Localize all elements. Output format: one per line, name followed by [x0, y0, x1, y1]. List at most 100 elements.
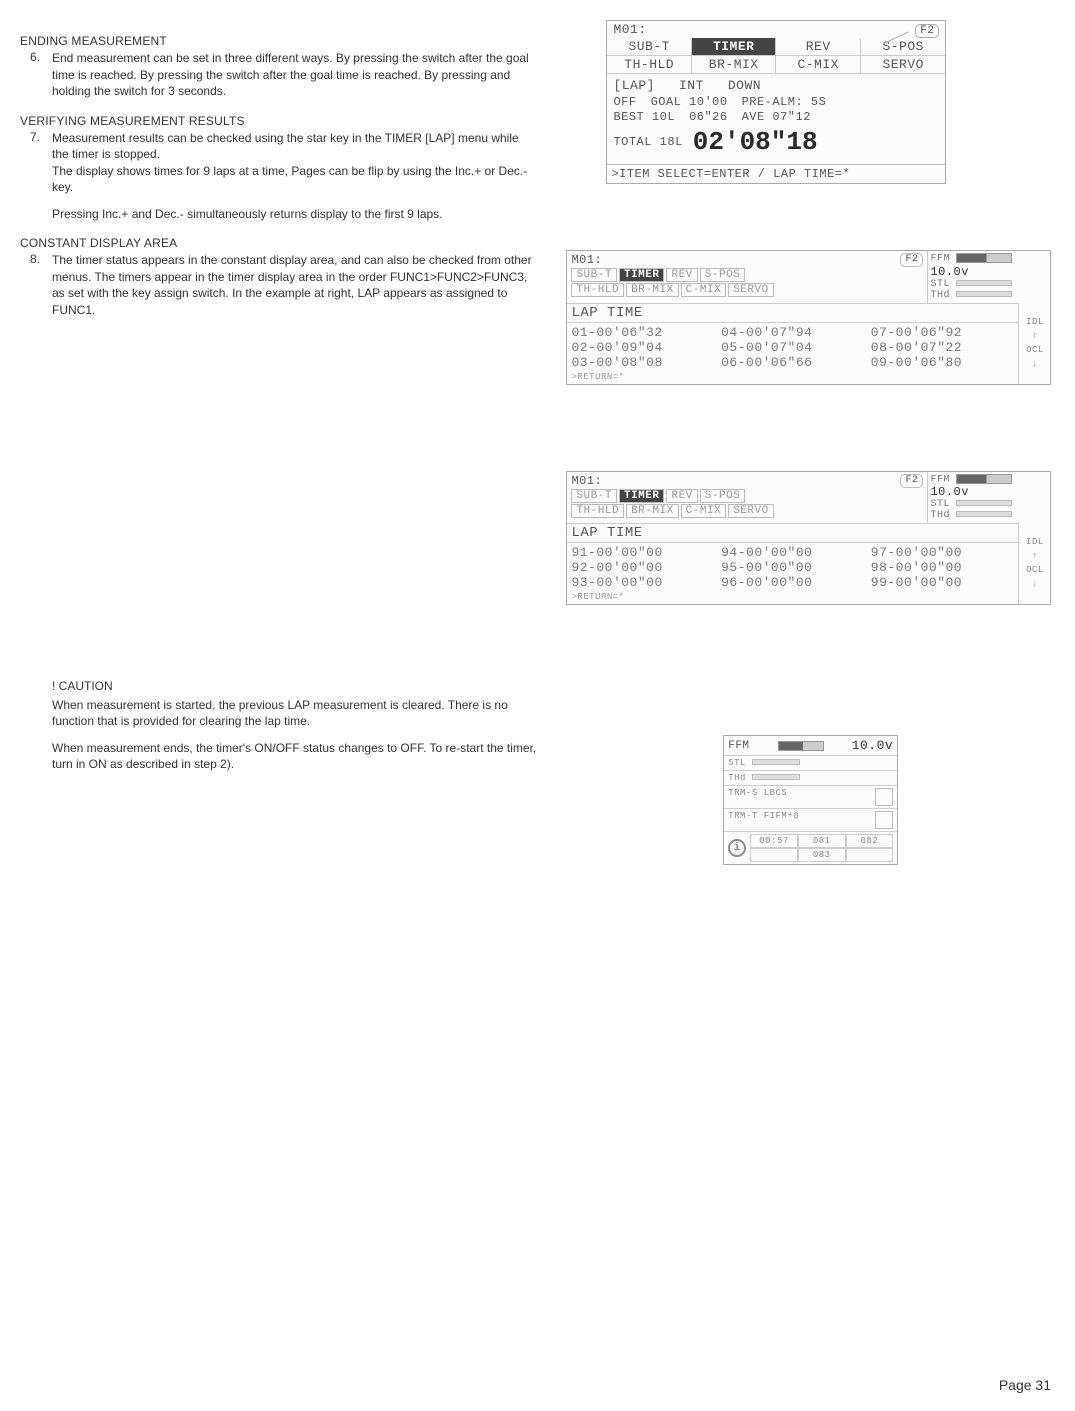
caution-p1: When measurement is started, the previou…: [52, 697, 538, 730]
lcd3-tab-rev[interactable]: REV: [666, 489, 697, 503]
lcd2-tab-timer[interactable]: TIMER: [619, 268, 665, 282]
page-number: Page 31: [999, 1377, 1051, 1393]
lap-cell: 99-00'00"00: [871, 575, 1013, 590]
section-head-verifying: VERIFYING MEASUREMENT RESULTS: [20, 114, 538, 128]
info-icon: i: [728, 839, 746, 857]
lap-total: TOTAL 18L: [613, 135, 682, 151]
lcd2-side-stl: STL: [930, 279, 950, 290]
lcd2-foot: >RETURN=*: [567, 372, 1018, 384]
item-number-7: 7.: [30, 130, 40, 144]
lap-cell: 09-00'06"80: [871, 355, 1013, 370]
lcd4-g2: 082: [846, 834, 894, 848]
lap-cell: 98-00'00"00: [871, 560, 1013, 575]
tab-spos[interactable]: S-POS: [861, 38, 946, 55]
lcd2-tab-subt[interactable]: SUB-T: [571, 268, 617, 282]
lcd4-lbcs: LBCS: [764, 788, 788, 806]
down-arrow-icon: ↓: [1032, 579, 1038, 589]
lap-cell: 95-00'00"00: [721, 560, 863, 575]
lcd3-lap-head: LAP TIME: [567, 523, 1018, 543]
lcd4-g0: 00:57: [750, 834, 798, 848]
lcd3-voltage: 10.0v: [930, 485, 969, 499]
lap-cell: 04-00'07"94: [721, 325, 863, 340]
section-head-constant: CONSTANT DISPLAY AREA: [20, 236, 538, 250]
lap-header-lap: [LAP]: [613, 78, 655, 95]
lcd3-title: M01:: [571, 474, 602, 488]
lcd4-g1: 081: [798, 834, 846, 848]
lap-off: OFF: [613, 95, 636, 111]
lcd2-tab-cmix[interactable]: C-MIX: [681, 283, 727, 297]
lap-cell: 97-00'00"00: [871, 545, 1013, 560]
lcd2-side-thd: THd: [930, 290, 950, 301]
body-sec3: The timer status appears in the constant…: [52, 252, 538, 318]
lcd2-side-ffm: FFM: [930, 254, 950, 265]
lcd3-tab-cmix[interactable]: C-MIX: [681, 504, 727, 518]
lcd2-title: M01:: [571, 253, 602, 267]
lcd3-foot: >RETURN=*: [567, 592, 1018, 604]
lap-cell: 02-00'09"04: [571, 340, 713, 355]
body-sec2-p1: Measurement results can be checked using…: [52, 130, 538, 163]
lcd2-lap-grid: 01-00'06"32 04-00'07"94 07-00'06"92 02-0…: [567, 323, 1018, 372]
up-arrow-icon: ↑: [1032, 331, 1038, 341]
badge-ocl: OCL: [1026, 565, 1044, 575]
lcd1-footer: >ITEM SELECT=ENTER / LAP TIME=*: [607, 164, 945, 183]
tab-timer[interactable]: TIMER: [692, 38, 777, 55]
lap-cell: 05-00'07"04: [721, 340, 863, 355]
lap-header-down: DOWN: [728, 78, 761, 95]
lcd4-stl: STL: [728, 758, 746, 768]
body-sec2-p3: Pressing Inc.+ and Dec.- simultaneously …: [52, 206, 538, 223]
lcd4-g3: 083: [798, 848, 846, 862]
lcd3-corner: F2: [900, 474, 923, 488]
lcd1-title: M01:: [613, 22, 646, 37]
item-number-8: 8.: [30, 252, 40, 266]
lcd2-tab-spos[interactable]: S-POS: [700, 268, 746, 282]
caution-p2: When measurement ends, the timer's ON/OF…: [52, 740, 538, 773]
badge-idl: IDL: [1026, 317, 1044, 327]
lap-ave: AVE 07"12: [742, 110, 811, 126]
lcd2-tab-servo[interactable]: SERVO: [728, 283, 774, 297]
lap-header-int: INT: [679, 78, 704, 95]
section-head-ending: ENDING MEASUREMENT: [20, 34, 538, 48]
lcd3-tab-subt[interactable]: SUB-T: [571, 489, 617, 503]
lcd3-side-ffm: FFM: [930, 474, 950, 485]
lap-big-time: 02'08"18: [693, 126, 818, 160]
body-sec1: End measurement can be set in three diff…: [52, 50, 538, 100]
lcd3-tab-timer[interactable]: TIMER: [619, 489, 665, 503]
lcd3-tab-spos[interactable]: S-POS: [700, 489, 746, 503]
item-number-6: 6.: [30, 50, 40, 64]
lcd-constant-display: FFM 10.0v STL THd TRM-S LBCS TRM-T: [723, 735, 898, 865]
lcd3-side-stl: STL: [930, 499, 950, 510]
lcd-laptime-1-9: M01: F2 SUB-T TIMER REV S-POS TH-HLD BR-…: [566, 250, 1051, 385]
badge-ocl: OCL: [1026, 345, 1044, 355]
lcd3-tab-brmix[interactable]: BR-MIX: [626, 504, 679, 518]
tab-sub-t[interactable]: SUB-T: [607, 38, 692, 55]
lap-cell: 01-00'06"32: [571, 325, 713, 340]
up-arrow-icon: ↑: [1032, 551, 1038, 561]
tab-thhld[interactable]: TH-HLD: [607, 56, 692, 73]
tab-servo[interactable]: SERVO: [861, 56, 946, 73]
lcd3-lap-grid: 91-00'00"00 94-00'00"00 97-00'00"00 92-0…: [567, 543, 1018, 592]
lcd4-trms: TRM-S: [728, 788, 758, 806]
lcd4-thd: THd: [728, 773, 746, 783]
lap-goal: GOAL 10'00: [651, 95, 728, 111]
lap-best: BEST 10L: [613, 110, 675, 126]
lap-cell: 06-00'06"66: [721, 355, 863, 370]
lcd3-tab-thhld[interactable]: TH-HLD: [571, 504, 624, 518]
lcd3-tab-servo[interactable]: SERVO: [728, 504, 774, 518]
lap-prealm: PRE-ALM: 5S: [742, 95, 827, 111]
lcd2-tab-brmix[interactable]: BR-MIX: [626, 283, 679, 297]
tab-brmix[interactable]: BR-MIX: [692, 56, 777, 73]
lap-cell: 93-00'00"00: [571, 575, 713, 590]
lcd4-voltage: 10.0v: [852, 738, 894, 753]
lcd2-tab-thhld[interactable]: TH-HLD: [571, 283, 624, 297]
lcd4-trmt: TRM-T: [728, 811, 758, 829]
lcd2-tab-rev[interactable]: REV: [666, 268, 697, 282]
lap-cell: 94-00'00"00: [721, 545, 863, 560]
lap-best-val: 06"26: [689, 110, 728, 126]
body-sec2-p2: The display shows times for 9 laps at a …: [52, 163, 538, 196]
lcd-laptime-91-99: M01: F2 SUB-T TIMER REV S-POS TH-HLD BR-…: [566, 471, 1051, 606]
tab-cmix[interactable]: C-MIX: [776, 56, 861, 73]
tab-rev[interactable]: REV: [776, 38, 861, 55]
lcd4-ffm: FFM: [728, 740, 749, 752]
down-arrow-icon: ↓: [1032, 359, 1038, 369]
badge-idl: IDL: [1026, 537, 1044, 547]
